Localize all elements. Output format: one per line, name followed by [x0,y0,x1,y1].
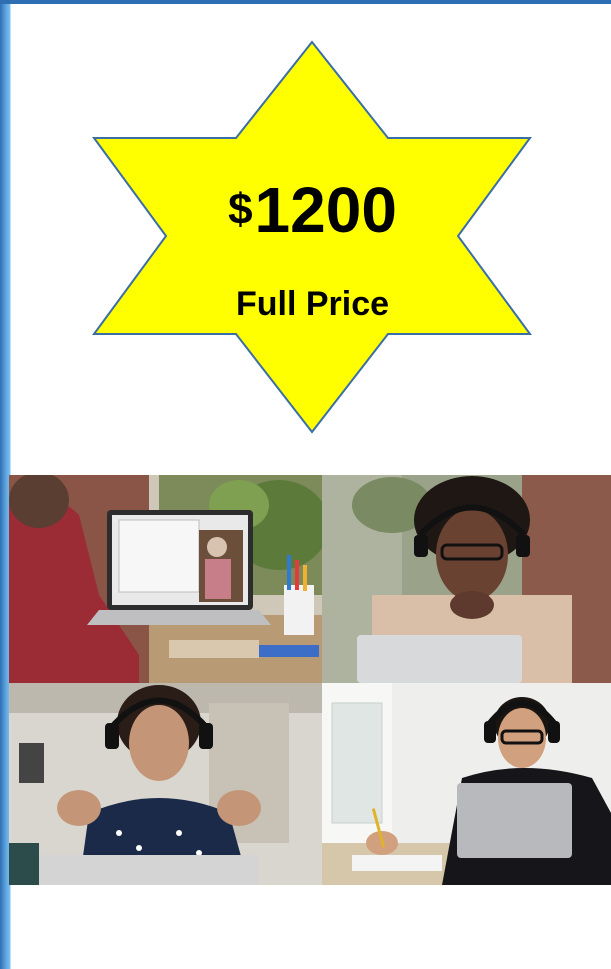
price-label: Full Price [235,285,390,323]
laptop-video-lesson-photo [9,475,322,683]
photo-collage [9,475,611,885]
price-amount: 1200 [254,174,397,246]
price-star-badge: $1200 Full Price [90,40,535,435]
student-with-headphones-photo [322,475,611,683]
price-currency: $ [228,185,253,234]
student-writing-photo [322,683,611,885]
price-text: $1200 [90,178,535,242]
student-gesturing-photo [9,683,322,885]
